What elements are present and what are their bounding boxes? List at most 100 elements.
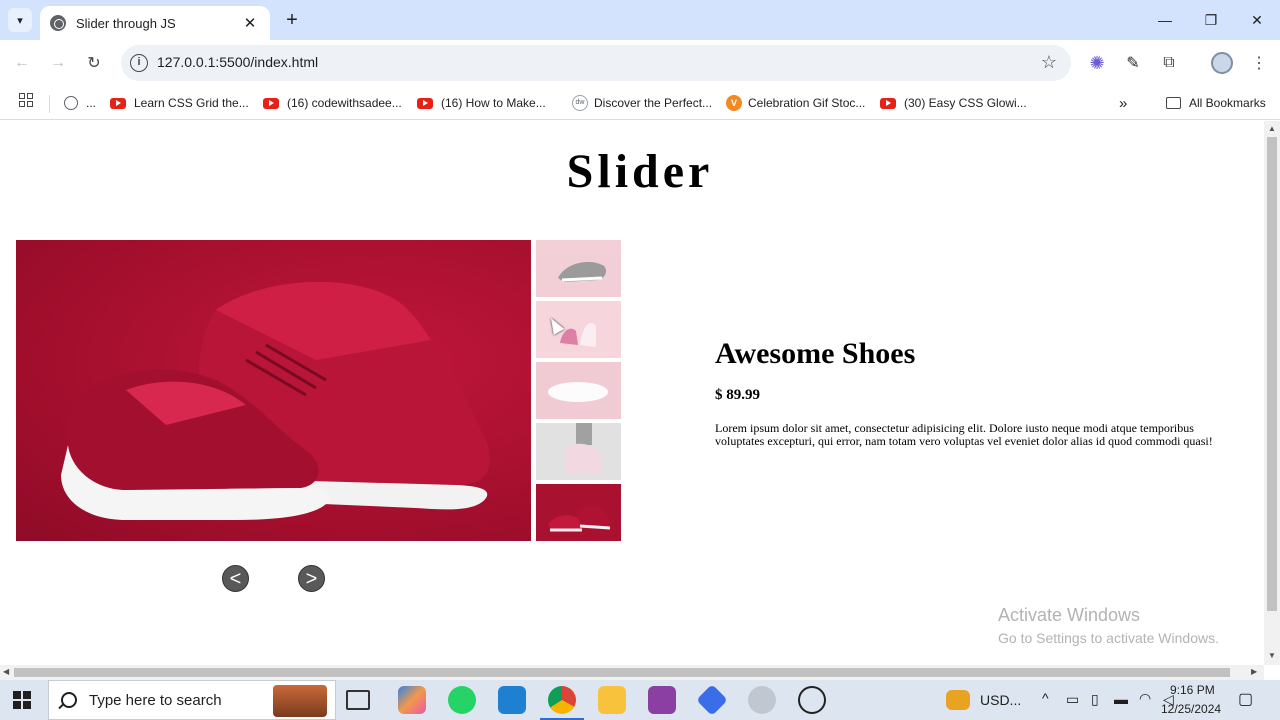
bookmark-item[interactable]: (30) Easy CSS Glowi... [880, 92, 1027, 114]
apps-grid-icon[interactable] [19, 93, 33, 107]
profile-avatar[interactable] [1211, 52, 1233, 74]
currency-widget-icon[interactable] [946, 690, 970, 710]
thumb-shoe-sole[interactable] [536, 362, 621, 419]
bookmark-label: (30) Easy CSS Glowi... [904, 96, 1027, 110]
bookmark-item[interactable]: V Celebration Gif Stoc... [726, 92, 865, 114]
extension-gemini-icon[interactable]: ✺ [1086, 52, 1108, 74]
search-icon [61, 692, 77, 708]
browser-tab-active[interactable]: Slider through JS ✕ [40, 6, 270, 40]
browser-tab-strip: ▾ Slider through JS ✕ + — ❐ ✕ [0, 0, 1280, 40]
windows-activation-watermark: Activate Windows Go to Settings to activ… [998, 605, 1219, 646]
all-bookmarks-button[interactable]: All Bookmarks [1166, 92, 1266, 114]
close-window-button[interactable]: ✕ [1234, 0, 1280, 40]
dw-icon: dw [572, 95, 588, 111]
restore-button[interactable]: ❐ [1188, 0, 1234, 40]
minimize-button[interactable]: — [1142, 0, 1188, 40]
youtube-icon [417, 97, 433, 109]
bookmark-star-icon[interactable]: ☆ [1041, 52, 1057, 73]
bookmarks-overflow-button[interactable]: » [1119, 92, 1127, 114]
address-bar[interactable]: i 127.0.0.1:5500/index.html ☆ [121, 45, 1071, 81]
taskbar-search-box[interactable]: Type here to search [48, 680, 336, 720]
bookmark-item[interactable]: (16) How to Make... [417, 92, 546, 114]
page-title: Slider [566, 145, 714, 198]
copilot-icon[interactable] [398, 686, 426, 714]
clock-time[interactable]: 9:16 PM [1170, 683, 1215, 697]
chrome-icon[interactable] [540, 686, 584, 720]
app-bird-icon[interactable] [748, 686, 776, 714]
product-description: Lorem ipsum dolor sit amet, consectetur … [715, 421, 1213, 448]
usb-icon[interactable]: ▯ [1091, 691, 1099, 708]
battery-icon[interactable]: ▬ [1114, 691, 1128, 707]
bookmark-label: Discover the Perfect... [594, 96, 713, 110]
browser-toolbar: ← → ↻ i 127.0.0.1:5500/index.html ☆ ✺ ✎ … [0, 40, 1280, 86]
globe-icon [50, 15, 66, 31]
tray-chevron-icon[interactable]: ^ [1042, 690, 1049, 706]
bookmark-item[interactable]: dw Discover the Perfect... [572, 92, 712, 114]
reload-button[interactable]: ↻ [82, 51, 106, 75]
menu-kebab-icon[interactable]: ⋮ [1248, 52, 1270, 74]
bookmarks-bar: ... Learn CSS Grid the... (16) codewiths… [0, 86, 1280, 120]
horizontal-scrollbar[interactable]: ◀ ▶ [0, 665, 1264, 680]
main-slide-image [16, 240, 531, 541]
prev-slide-button[interactable]: < [222, 565, 249, 592]
shoe-side-thumbnail [558, 262, 606, 282]
vecteezy-icon: V [726, 95, 742, 111]
bookmark-label: (16) How to Make... [441, 96, 546, 110]
extensions-puzzle-icon[interactable]: ⧉ [1158, 52, 1180, 74]
bookmark-label: Learn CSS Grid the... [134, 96, 249, 110]
forward-button[interactable]: → [46, 51, 70, 75]
obs-icon[interactable] [798, 686, 826, 714]
thumb-shoe-red[interactable] [536, 484, 621, 541]
bookmark-label: (16) codewithsadee... [287, 96, 402, 110]
bookmark-label: Celebration Gif Stoc... [748, 96, 866, 110]
red-sneakers-illustration [61, 281, 490, 520]
watermark-title: Activate Windows [998, 605, 1141, 625]
shoe-pair-thumbnail [560, 322, 596, 347]
meet-icon[interactable]: ▭ [1066, 691, 1079, 708]
shoe-worn-thumbnail [566, 423, 602, 473]
new-tab-button[interactable]: + [280, 8, 304, 32]
back-button[interactable]: ← [10, 51, 34, 75]
product-details: Awesome Shoes $ 89.99 Lorem ipsum dolor … [715, 337, 1235, 447]
thumbnail-strip [536, 240, 621, 545]
site-info-icon[interactable]: i [130, 54, 148, 72]
app-diamond-icon[interactable] [696, 684, 728, 716]
scroll-down-arrow-icon[interactable]: ▼ [1268, 651, 1276, 660]
bookmark-item[interactable]: (16) codewithsadee... [263, 92, 402, 114]
youtube-icon [110, 97, 126, 109]
holiday-house-icon [273, 685, 327, 717]
thumb-shoe-pair[interactable] [536, 301, 621, 358]
scroll-left-arrow-icon[interactable]: ◀ [3, 667, 9, 676]
thumb-shoe-worn[interactable] [536, 423, 621, 480]
globe-icon [64, 96, 78, 110]
winrar-icon[interactable] [648, 686, 676, 714]
horizontal-scroll-thumb[interactable] [14, 668, 1230, 677]
notifications-icon[interactable]: ▢ [1238, 689, 1253, 709]
currency-widget-label[interactable]: USD... [980, 692, 1021, 708]
tab-search-button[interactable]: ▾ [8, 8, 32, 32]
vertical-scrollbar[interactable]: ▲ ▼ [1264, 121, 1280, 665]
taskbar-search-placeholder: Type here to search [89, 691, 222, 709]
windows-taskbar: Type here to search USD... ^ ▭ ▯ ▬ ◠ ◁ 9… [0, 680, 1280, 720]
windows-start-icon[interactable] [13, 691, 31, 709]
scroll-up-arrow-icon[interactable]: ▲ [1268, 124, 1276, 133]
scroll-right-arrow-icon[interactable]: ▶ [1251, 667, 1257, 676]
youtube-icon [263, 97, 279, 109]
product-price: $ 89.99 [715, 387, 760, 403]
whatsapp-icon[interactable] [448, 686, 476, 714]
bookmark-item[interactable]: Learn CSS Grid the... [110, 92, 249, 114]
file-explorer-icon[interactable] [598, 686, 626, 714]
task-view-icon[interactable] [346, 690, 370, 710]
wifi-icon[interactable]: ◠ [1139, 690, 1151, 707]
thumb-shoe-side[interactable] [536, 240, 621, 297]
tab-close-button[interactable]: ✕ [240, 14, 260, 32]
vscode-icon[interactable] [498, 686, 526, 714]
page-viewport: Slider Awesome Shoes $ 89.99 Lorem ipsum… [0, 121, 1264, 665]
bookmark-item[interactable]: ... [64, 92, 96, 114]
eyedropper-extension-icon[interactable]: ✎ [1122, 52, 1144, 74]
url-text[interactable]: 127.0.0.1:5500/index.html [157, 54, 318, 70]
clock-date[interactable]: 12/25/2024 [1161, 702, 1221, 716]
bookmark-label: ... [86, 96, 97, 110]
next-slide-button[interactable]: > [298, 565, 325, 592]
vertical-scroll-thumb[interactable] [1267, 137, 1277, 611]
